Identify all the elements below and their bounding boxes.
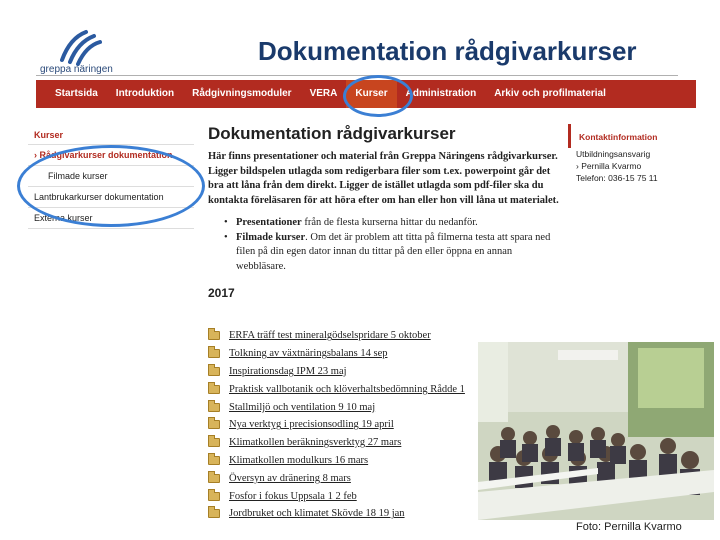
list-item: Stallmiljö och ventilation 9 10 maj: [208, 398, 483, 416]
bullet-link-filmade-kurser[interactable]: Filmade kurser: [236, 232, 305, 243]
nav-item-vera[interactable]: VERA: [301, 80, 347, 108]
file-link[interactable]: ERFA träff test mineralgödselspridare 5 …: [229, 330, 431, 341]
folder-icon: [208, 417, 220, 430]
photo-caption: Foto: Pernilla Kvarmo: [576, 521, 682, 533]
file-link[interactable]: Inspirationsdag IPM 23 maj: [229, 366, 347, 377]
slide-title: Dokumentation rådgivarkurser: [258, 36, 637, 66]
bullet-link-presentationer[interactable]: Presentationer: [236, 217, 302, 228]
file-link[interactable]: Fosfor i fokus Uppsala 1 2 feb: [229, 491, 357, 502]
folder-icon: [208, 346, 220, 359]
contact-role: Utbildningsansvarig: [576, 149, 651, 159]
bullet-text: från de flesta kurserna hittar du nedanf…: [301, 217, 478, 228]
file-link[interactable]: Klimatkollen beräkningsverktyg 27 mars: [229, 437, 401, 448]
file-link[interactable]: Praktisk vallbotanik och klöverhaltsbedö…: [229, 384, 465, 395]
nav-item-startsida[interactable]: Startsida: [46, 80, 107, 108]
info-bullets: Presentationer från de flesta kurserna h…: [224, 216, 560, 275]
year-heading: 2017: [208, 286, 235, 300]
file-link[interactable]: Jordbruket och klimatet Skövde 18 19 jan: [229, 508, 405, 519]
list-item: Fosfor i fokus Uppsala 1 2 feb: [208, 487, 483, 505]
contact-name-link[interactable]: › Pernilla Kvarmo: [568, 160, 696, 172]
contact-heading: Kontaktinformation: [568, 124, 696, 148]
contact-phone: Telefon: 036-15 75 11: [576, 173, 658, 183]
list-item: Nya verktyg i precisionsodling 19 april: [208, 416, 483, 434]
list-item: Praktisk vallbotanik och klöverhaltsbedö…: [208, 380, 483, 398]
folder-icon: [208, 488, 220, 501]
folder-icon: [208, 452, 220, 465]
list-item: Översyn av dränering 8 mars: [208, 469, 483, 487]
folder-icon: [208, 328, 220, 341]
nav-item-radgivningsmoduler[interactable]: Rådgivningsmoduler: [183, 80, 300, 108]
file-link[interactable]: Stallmiljö och ventilation 9 10 maj: [229, 402, 375, 413]
nav-item-arkiv[interactable]: Arkiv och profilmaterial: [485, 80, 615, 108]
file-link[interactable]: Översyn av dränering 8 mars: [229, 473, 351, 484]
file-link[interactable]: Nya verktyg i precisionsodling 19 april: [229, 419, 394, 430]
bullet-filmade-kurser: Filmade kurser. Om det är problem att ti…: [224, 231, 560, 275]
bullet-presentationer: Presentationer från de flesta kurserna h…: [224, 216, 560, 231]
list-item: Jordbruket och klimatet Skövde 18 19 jan: [208, 505, 483, 523]
folder-icon: [208, 470, 220, 483]
highlight-circle-kurser: [343, 75, 413, 117]
course-photo: [478, 342, 714, 520]
contact-box: Kontaktinformation Utbildningsansvarig ›…: [568, 124, 696, 184]
folder-icon: [208, 363, 220, 376]
folder-icon: [208, 381, 220, 394]
folder-icon: [208, 399, 220, 412]
sidebar-heading[interactable]: Kurser: [28, 124, 194, 145]
folder-icon: [208, 435, 220, 448]
page-title: Dokumentation rådgivarkurser: [208, 124, 456, 143]
folder-icon: [208, 506, 220, 519]
logo-text: greppa näringen: [40, 64, 113, 75]
list-item: Klimatkollen modulkurs 16 mars: [208, 452, 483, 470]
main-content: Dokumentation rådgivarkurser Här finns p…: [208, 124, 560, 308]
intro-text: Här finns presentationer och material fr…: [208, 151, 559, 206]
list-item: Klimatkollen beräkningsverktyg 27 mars: [208, 434, 483, 452]
highlight-circle-sidebar: [17, 145, 205, 227]
nav-item-introduktion[interactable]: Introduktion: [107, 80, 183, 108]
file-link[interactable]: Tolkning av växtnäringsbalans 14 sep: [229, 348, 387, 359]
list-item: ERFA träff test mineralgödselspridare 5 …: [208, 327, 483, 345]
file-link[interactable]: Klimatkollen modulkurs 16 mars: [229, 455, 368, 466]
list-item: Tolkning av växtnäringsbalans 14 sep: [208, 345, 483, 363]
header-divider: [36, 75, 678, 76]
file-list: ERFA träff test mineralgödselspridare 5 …: [208, 327, 483, 523]
list-item: Inspirationsdag IPM 23 maj: [208, 363, 483, 381]
